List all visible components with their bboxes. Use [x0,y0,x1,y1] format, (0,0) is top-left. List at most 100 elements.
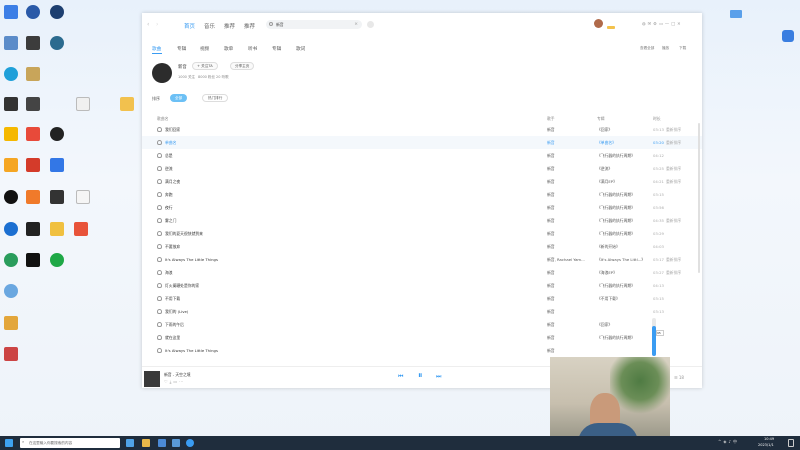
song-row[interactable]: 下雨的午后 新音 《回家》 [142,318,702,331]
heart-icon[interactable] [157,204,162,210]
notification-icon[interactable] [788,439,794,447]
song-title[interactable]: 单曲名 [165,140,295,146]
song-album[interactable]: 《满月EP》 [597,179,647,185]
song-row[interactable]: 奔跑 新音 《飞行器的执行周期》 03:15 [142,188,702,201]
song-artist[interactable]: 新音 [547,192,592,198]
heart-icon[interactable] [157,165,162,171]
song-row[interactable]: 我们的夏天很快就到来 新音 《飞行器的执行周期》 03:29 [142,227,702,240]
desktop-icon-10[interactable] [26,97,40,111]
song-title[interactable]: 我们的夏天很快就到来 [165,231,295,237]
heart-icon[interactable] [157,334,162,340]
song-row[interactable]: It's Always The Little Things 新音, Rachael… [142,253,702,266]
song-title[interactable]: It's Always The Little Things [165,257,295,262]
heart-icon[interactable] [157,191,162,197]
song-row[interactable]: 就在这里 新音 《飞行器的执行周期》 [142,331,702,344]
taskbar-app-music[interactable] [186,439,194,447]
subtab-5[interactable]: 听书 [248,46,257,52]
song-row[interactable]: 不用下载 新音 《不用下载》 03:15 [142,292,702,305]
nav-tab-4[interactable]: 推荐 [244,22,255,30]
heart-icon[interactable] [157,295,162,301]
windows-icon[interactable] [5,439,13,447]
song-title[interactable]: 雾之门 [165,218,295,224]
clock[interactable]: 10:49 [764,437,774,441]
prev-icon[interactable]: ⏮ [398,373,403,381]
file-explorer-icon[interactable] [142,439,150,447]
folder-icon[interactable] [120,97,134,111]
song-row[interactable]: 海浪 新音 《海浪EP》 03:27 重新排序 [142,266,702,279]
song-row[interactable]: 逆流 新音 《逆流》 03:25 重新排序 [142,162,702,175]
subtab-right-2[interactable]: 播放 [662,46,669,51]
song-album[interactable]: 《海浪EP》 [597,270,647,276]
song-artist[interactable]: 新音 [547,166,592,172]
desktop-icon-5[interactable] [26,36,40,50]
forward-icon[interactable]: › [156,21,158,28]
desktop-icon-21[interactable] [50,190,64,204]
album-cover[interactable] [144,371,160,387]
song-album[interactable]: 《逆流》 [597,166,647,172]
desktop-icon-13[interactable] [4,127,18,141]
song-album[interactable]: 《飞行器的执行周期》 [597,335,647,341]
search-input[interactable]: 新音 × [266,20,362,29]
song-album[interactable]: 《飞行器的执行周期》 [597,231,647,237]
back-icon[interactable]: ‹ [147,21,149,28]
song-artist[interactable]: 新音 [547,322,592,328]
song-row[interactable]: 我们的 (Live) 新音 03:13 [142,305,702,318]
playlist-icon[interactable]: ☰ 18 [674,375,684,380]
song-row[interactable]: 雾之门 新音 《飞行器的执行周期》 04:35 重新排序 [142,214,702,227]
song-artist[interactable]: 新音 [547,348,592,354]
scrollbar[interactable] [698,123,700,273]
vip-badge[interactable] [607,26,615,29]
desktop-icon-3[interactable] [50,5,64,19]
desktop-icon-14[interactable] [26,127,40,141]
desktop-icon-1[interactable] [4,5,18,19]
heart-icon[interactable] [157,282,162,288]
floating-widget-right[interactable] [782,30,794,42]
heart-icon[interactable] [157,126,162,132]
song-album[interactable]: 《新的开始》 [597,244,647,250]
song-title[interactable]: 总是 [165,153,295,159]
heart-icon[interactable] [157,230,162,236]
song-album[interactable]: 《单曲名》 [597,140,647,146]
song-artist[interactable]: 新音 [547,127,592,133]
song-album[interactable]: 《回家》 [597,322,647,328]
nav-tab-1[interactable]: 首页 [184,22,195,30]
song-artist[interactable]: 新音 [547,309,592,315]
desktop-icon-28[interactable] [26,253,40,267]
song-album[interactable]: 《不用下载》 [597,296,647,302]
desktop-icon-31[interactable] [4,316,18,330]
subtab-right-1[interactable]: 查看全部 [640,46,654,51]
song-album[interactable]: 《飞行器的执行周期》 [597,218,647,224]
desktop-icon-15[interactable] [50,127,64,141]
song-title[interactable]: 不用下载 [165,296,295,302]
song-album[interactable]: 《飞行器的执行周期》 [597,205,647,211]
subtab-4[interactable]: 歌单 [224,46,233,52]
song-row[interactable]: 总是 新音 《飞行器的执行周期》 04:12 [142,149,702,162]
heart-icon[interactable] [157,347,162,353]
heart-icon[interactable] [157,321,162,327]
desktop-icon-23[interactable] [4,222,18,236]
desktop-icon-30[interactable] [4,284,18,298]
desktop-icon-29[interactable] [50,253,64,267]
heart-icon[interactable] [157,178,162,184]
song-row[interactable]: 单曲名 新音 《单曲名》 03:20 重新排序 [142,136,702,149]
song-album[interactable]: 《飞行器的执行周期》 [597,192,647,198]
mic-icon[interactable] [367,21,374,28]
song-row[interactable]: It's Always The Little Things 新音 [142,344,702,357]
song-artist[interactable]: 新音 [547,270,592,276]
song-title[interactable]: 我们回家 [165,127,295,133]
edge-icon[interactable] [4,67,18,81]
heart-icon[interactable] [157,256,162,262]
song-artist[interactable]: 新音 [547,179,592,185]
desktop-icon-17[interactable] [26,158,40,172]
nav-tab-3[interactable]: 推荐 [224,22,235,30]
date[interactable]: 2023/1/1 [758,443,774,447]
follow-button[interactable]: + 关注TA [192,62,218,70]
song-artist[interactable]: 新音 [547,244,592,250]
desktop-icon-20[interactable] [26,190,40,204]
subtab-2[interactable]: 专辑 [177,46,186,52]
song-title[interactable]: 下雨的午后 [165,322,295,328]
avatar[interactable] [594,19,603,28]
song-artist[interactable]: 新音 [547,205,592,211]
desktop-icon-24[interactable] [26,222,40,236]
pause-icon[interactable]: ⏸ [418,371,423,381]
